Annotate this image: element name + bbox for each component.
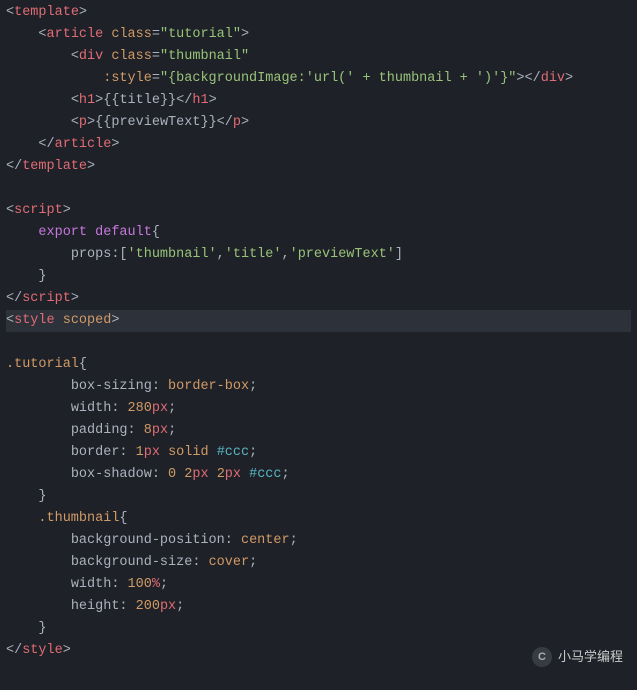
code-line[interactable]: box-sizing: border-box; [6,376,631,398]
code-line[interactable]: props:['thumbnail','title','previewText'… [6,244,631,266]
code-line[interactable]: width: 280px; [6,398,631,420]
code-line[interactable]: .thumbnail{ [6,508,631,530]
code-line[interactable]: </article> [6,134,631,156]
code-line[interactable]: background-size: cover; [6,552,631,574]
code-line[interactable]: <h1>{{title}}</h1> [6,90,631,112]
watermark-label: 小马学编程 [558,646,623,668]
code-line[interactable]: width: 100%; [6,574,631,596]
code-line[interactable]: padding: 8px; [6,420,631,442]
code-line[interactable]: background-position: center; [6,530,631,552]
code-line[interactable]: border: 1px solid #ccc; [6,442,631,464]
code-line[interactable]: <style scoped> [6,310,631,332]
code-line[interactable]: <div class="thumbnail" [6,46,631,68]
code-line[interactable]: box-shadow: 0 2px 2px #ccc; [6,464,631,486]
code-line[interactable]: } [6,266,631,288]
code-line[interactable]: <p>{{previewText}}</p> [6,112,631,134]
code-line[interactable]: <script> [6,200,631,222]
code-line[interactable]: height: 200px; [6,596,631,618]
code-line[interactable]: :style="{backgroundImage:'url(' + thumbn… [6,68,631,90]
code-line[interactable]: </template> [6,156,631,178]
code-line[interactable]: <template> [6,2,631,24]
code-line[interactable] [6,332,631,354]
code-line[interactable]: } [6,618,631,640]
code-line[interactable]: export default{ [6,222,631,244]
code-line[interactable]: <article class="tutorial"> [6,24,631,46]
wechat-icon: C [532,647,552,667]
code-line[interactable]: } [6,486,631,508]
watermark-badge: C 小马学编程 [532,646,623,668]
code-line[interactable] [6,178,631,200]
code-line[interactable]: </script> [6,288,631,310]
code-line[interactable]: .tutorial{ [6,354,631,376]
code-editor[interactable]: <template> <article class="tutorial"> <d… [0,0,637,664]
